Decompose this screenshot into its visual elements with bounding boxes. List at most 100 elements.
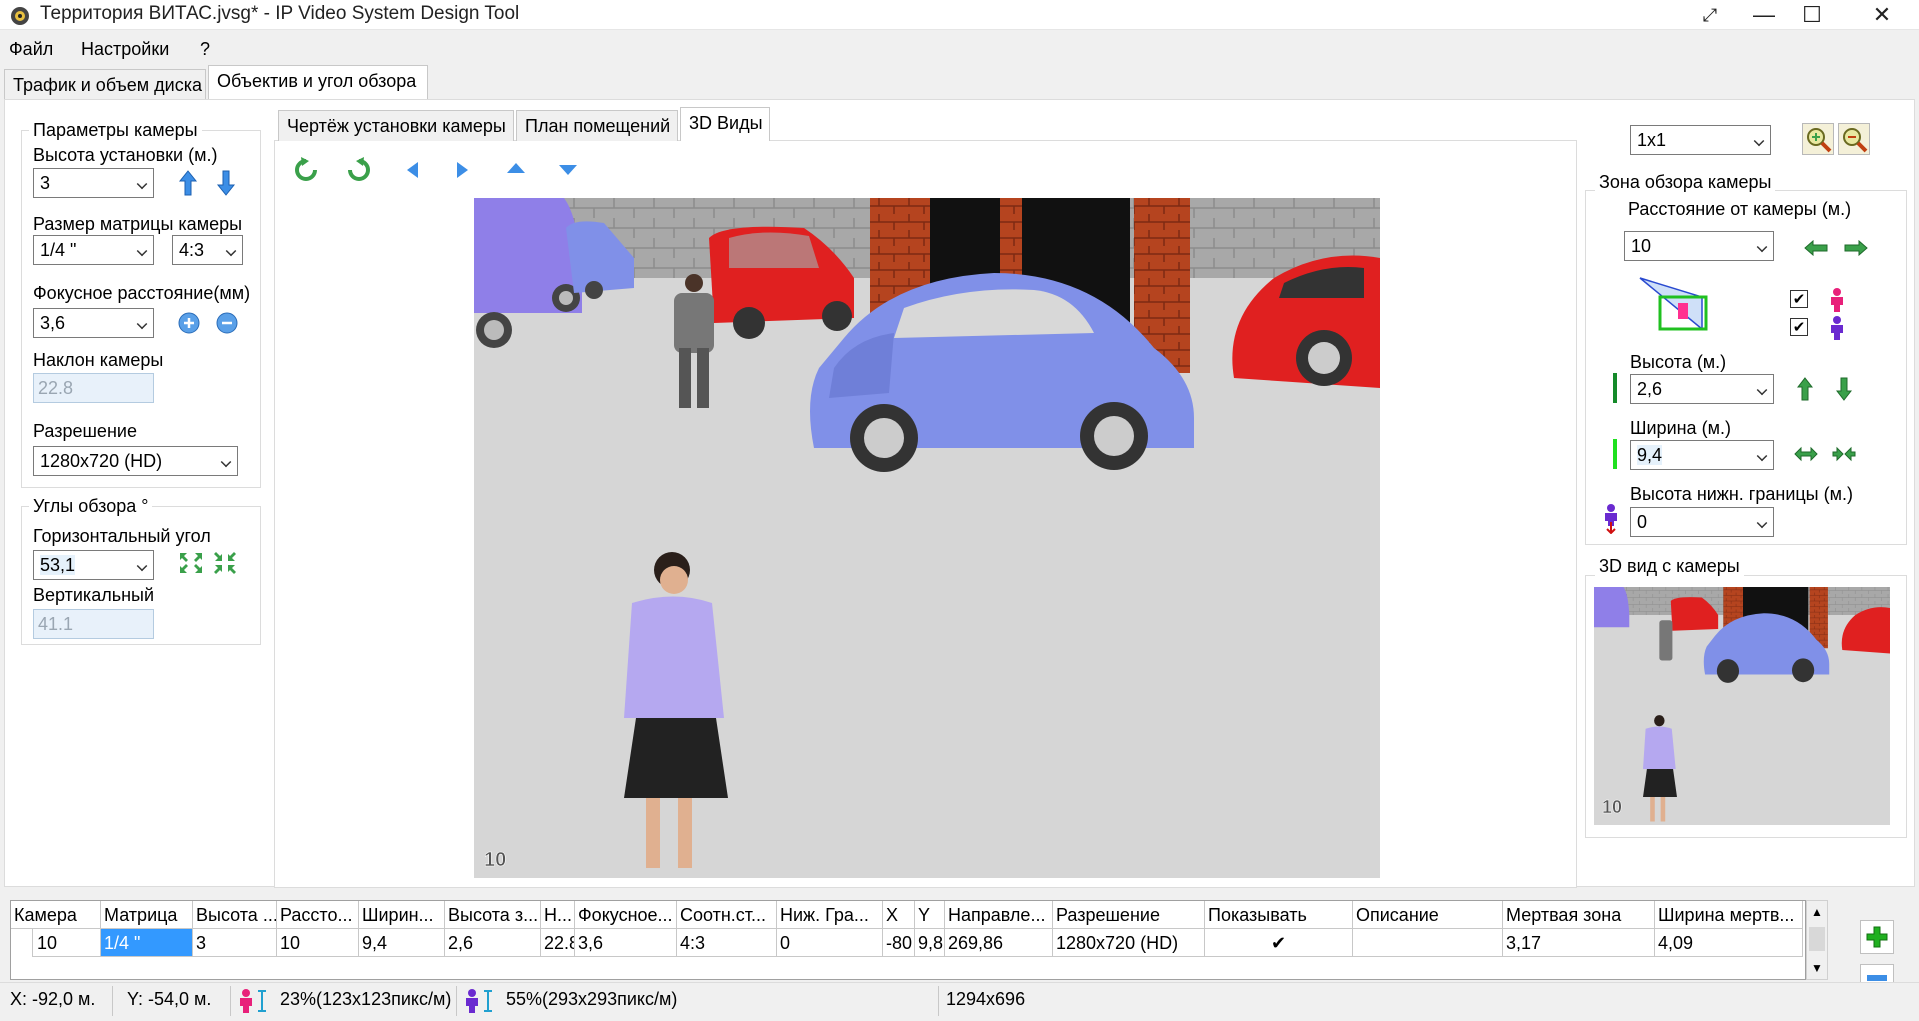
column-header[interactable]: Камера — [11, 901, 101, 929]
table-cell[interactable]: -80 — [883, 929, 915, 957]
zoom-fit-button[interactable] — [1802, 123, 1834, 155]
arrow-down-icon[interactable] — [216, 170, 236, 196]
resolution-select[interactable]: 1280x720 (HD) — [33, 446, 238, 476]
arrow-right-icon[interactable] — [1844, 240, 1868, 256]
table-cell[interactable]: 9,4 — [359, 929, 445, 957]
distance-select[interactable]: 10 — [1624, 231, 1774, 261]
layout-select[interactable]: 1x1 — [1630, 125, 1771, 155]
widen-zone-icon[interactable] — [1794, 446, 1818, 462]
zoom-in-icon[interactable] — [177, 311, 201, 335]
menu-settings[interactable]: Настройки — [81, 39, 169, 60]
3d-viewport[interactable]: 10 — [474, 198, 1380, 878]
column-header[interactable]: Матрица — [101, 901, 193, 929]
horizontal-angle-select[interactable]: 53,1 — [33, 550, 154, 580]
column-header[interactable]: Ширин... — [359, 901, 445, 929]
table-cell[interactable]: 4,09 — [1655, 929, 1803, 957]
arrow-up-icon[interactable] — [178, 170, 198, 196]
show-red-figure-checkbox[interactable]: ✔ — [1790, 290, 1808, 308]
column-header[interactable]: Фокусное... — [575, 901, 677, 929]
column-header[interactable]: Мертвая зона — [1503, 901, 1655, 929]
menu-help[interactable]: ? — [200, 39, 210, 60]
table-cell[interactable]: 0 — [777, 929, 883, 957]
column-header[interactable]: Соотн.ст... — [677, 901, 777, 929]
zoom-reset-button[interactable] — [1838, 123, 1870, 155]
pan-down-icon[interactable] — [557, 162, 579, 178]
table-cell[interactable]: 3,6 — [575, 929, 677, 957]
tab-traffic[interactable]: Трафик и объем диска — [4, 69, 206, 100]
table-cell[interactable]: 3,17 — [1503, 929, 1655, 957]
column-header[interactable]: Высота ... — [193, 901, 277, 929]
scroll-thumb[interactable] — [1809, 927, 1825, 951]
install-height-label: Высота установки (м.) — [33, 145, 218, 165]
table-cell[interactable]: ✔ — [1205, 929, 1353, 957]
column-header[interactable]: Описание — [1353, 901, 1503, 929]
table-cell[interactable]: 22.8 — [541, 929, 575, 957]
tab-plan[interactable]: План помещений — [516, 110, 678, 141]
column-header[interactable]: Высота з... — [445, 901, 541, 929]
table-scrollbar[interactable]: ▲ ▼ — [1806, 900, 1828, 980]
rotate-right-icon[interactable] — [346, 157, 372, 183]
matrix-select[interactable]: 1/4 " — [33, 235, 154, 265]
camera-preview-image — [1594, 587, 1890, 825]
zone-width-select[interactable]: 9,4 — [1630, 440, 1774, 470]
pan-right-icon[interactable] — [455, 160, 471, 180]
focal-label: Фокусное расстояние(мм) — [33, 283, 251, 303]
table-cell[interactable]: 269,86 — [945, 929, 1053, 957]
arrow-left-icon[interactable] — [1804, 240, 1828, 256]
row-indicator[interactable] — [11, 929, 33, 957]
tab-drawing[interactable]: Чертёж установки камеры — [278, 110, 514, 141]
vertical-angle-label: Вертикальный — [33, 585, 155, 605]
matrix-label: Размер матрицы камеры — [33, 214, 243, 234]
table-row[interactable]: 101/4 "3109,42,622.83,64:30-809,8269,861… — [11, 929, 1805, 957]
column-header[interactable]: Направле... — [945, 901, 1053, 929]
lower-border-select[interactable]: 0 — [1630, 507, 1774, 537]
table-cell[interactable]: 9,8 — [915, 929, 945, 957]
widen-angle-icon[interactable] — [178, 551, 204, 575]
column-header[interactable]: Показывать — [1205, 901, 1353, 929]
table-cell[interactable]: 1/4 " — [101, 929, 193, 957]
table-header: Камера Матрица Высота ... Рассто... Ширин...… — [11, 901, 1805, 929]
zoom-out-icon[interactable] — [215, 311, 239, 335]
table-cell[interactable] — [1353, 929, 1503, 957]
column-header[interactable]: Разрешение — [1053, 901, 1205, 929]
install-height-select[interactable]: 3 — [33, 168, 154, 198]
scroll-up-icon[interactable]: ▲ — [1811, 905, 1823, 919]
narrow-angle-icon[interactable] — [212, 551, 238, 575]
focal-select[interactable]: 3,6 — [33, 308, 154, 338]
tab-3d-views[interactable]: 3D Виды — [680, 107, 770, 141]
zone-height-select[interactable]: 2,6 — [1630, 374, 1774, 404]
table-cell[interactable]: 2,6 — [445, 929, 541, 957]
column-header[interactable]: X — [883, 901, 915, 929]
viewport-camera-number: 10 — [484, 849, 506, 871]
table-cell[interactable]: 4:3 — [677, 929, 777, 957]
column-header[interactable]: Н... — [541, 901, 575, 929]
add-camera-button[interactable] — [1860, 920, 1894, 954]
column-header[interactable]: Y — [915, 901, 945, 929]
resolution-label: Разрешение — [33, 421, 137, 441]
angles-title: Углы обзора ° — [29, 496, 153, 517]
scroll-down-icon[interactable]: ▼ — [1811, 961, 1823, 975]
pan-up-icon[interactable] — [505, 160, 527, 176]
rotate-left-icon[interactable] — [293, 157, 319, 183]
column-header[interactable]: Рассто... — [277, 901, 359, 929]
3d-scene-image: 10 — [474, 198, 1380, 878]
status-x: X: -92,0 м. — [10, 989, 96, 1009]
restore-size-icon[interactable]: ⤢ — [1690, 0, 1730, 30]
table-cell[interactable]: 3 — [193, 929, 277, 957]
remove-camera-button[interactable] — [1860, 964, 1894, 982]
column-header[interactable]: Ширина мертв... — [1655, 901, 1803, 929]
maximize-button[interactable]: ☐ — [1784, 0, 1840, 30]
aspect-select[interactable]: 4:3 — [172, 235, 243, 265]
menu-file[interactable]: Файл — [9, 39, 53, 60]
zone-height-up-icon[interactable] — [1797, 377, 1813, 401]
narrow-zone-icon[interactable] — [1832, 446, 1856, 462]
table-cell[interactable]: 10 — [277, 929, 359, 957]
zone-height-down-icon[interactable] — [1836, 377, 1852, 401]
close-button[interactable]: ✕ — [1854, 0, 1910, 30]
table-cell[interactable]: 1280x720 (HD) — [1053, 929, 1205, 957]
tab-lens[interactable]: Объектив и угол обзора — [208, 65, 428, 100]
pan-left-icon[interactable] — [404, 160, 420, 180]
show-blue-figure-checkbox[interactable]: ✔ — [1790, 318, 1808, 336]
column-header[interactable]: Ниж. Гра... — [777, 901, 883, 929]
menu-bar: Файл Настройки ? — [0, 36, 1919, 64]
